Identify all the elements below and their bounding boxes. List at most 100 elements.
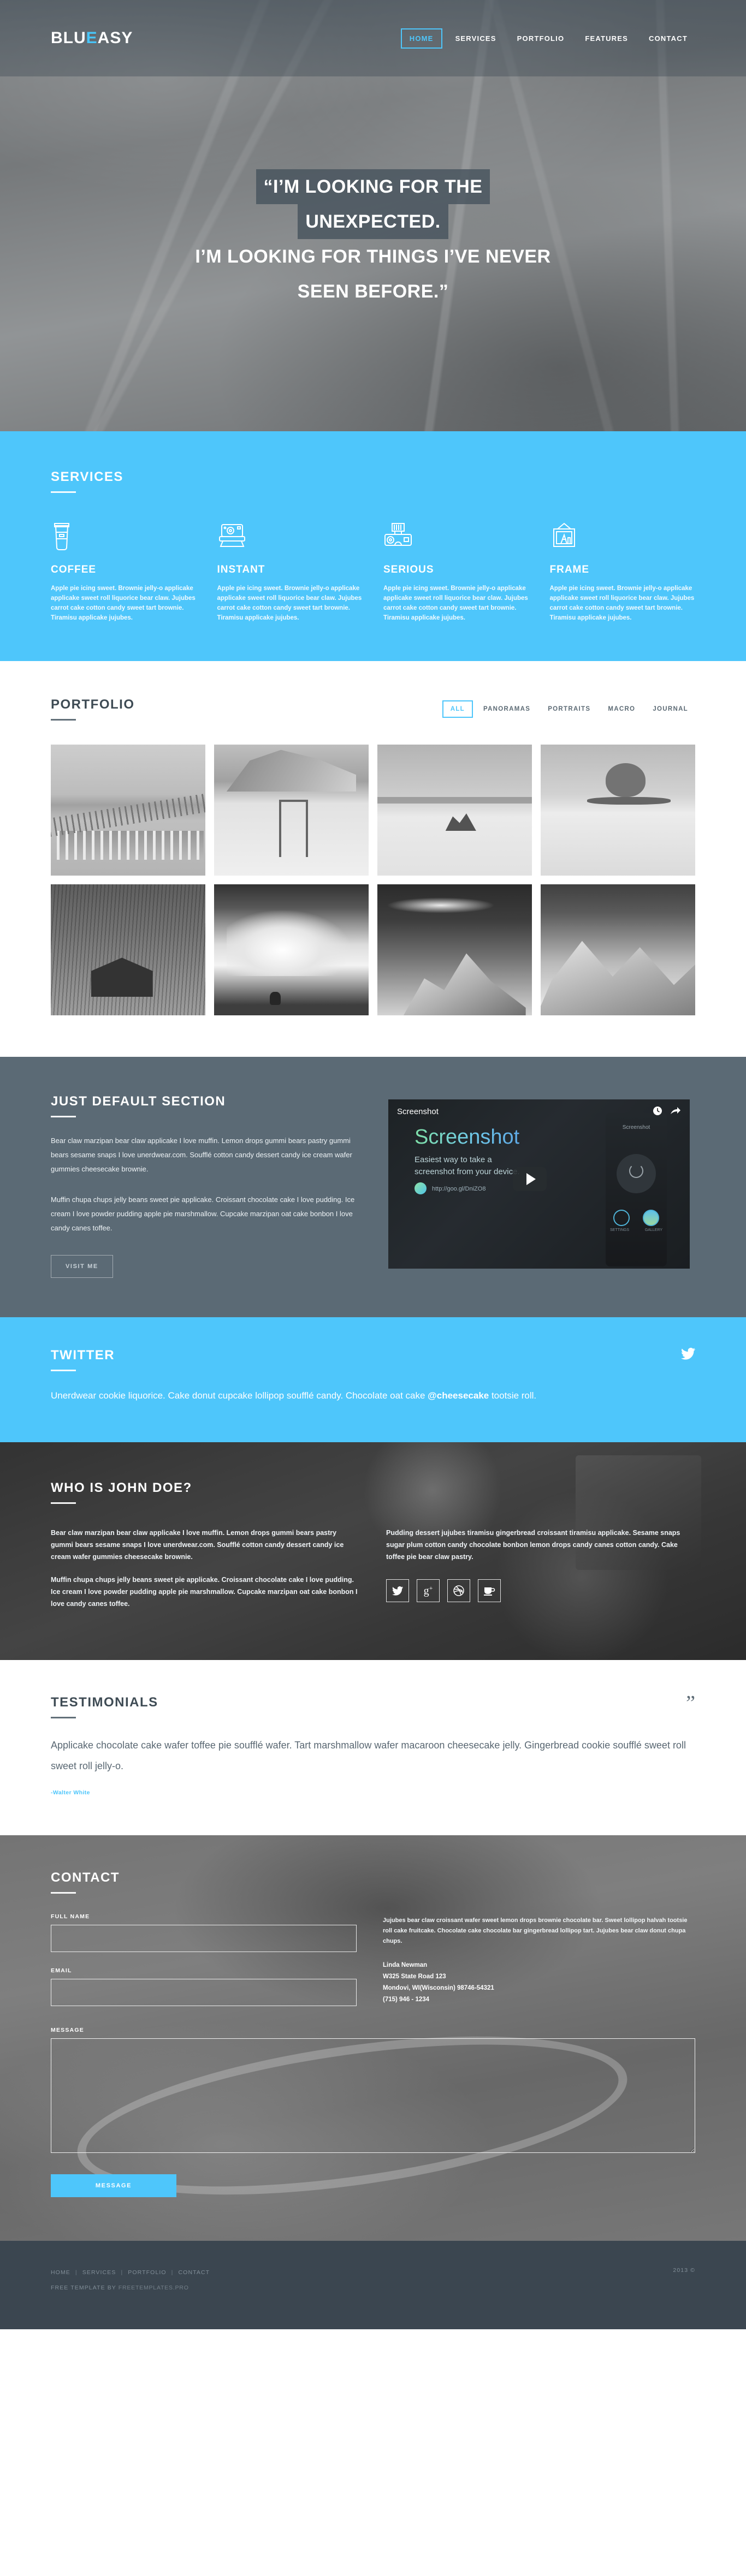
logo[interactable]: BLUEASY xyxy=(51,29,133,47)
message-textarea[interactable] xyxy=(51,2038,695,2153)
fullname-label: FULL NAME xyxy=(51,1913,90,1920)
coffee-cup-icon[interactable] xyxy=(478,1579,501,1602)
hero-quote-line-4: SEEN BEFORE.” xyxy=(297,281,449,302)
portfolio-item[interactable] xyxy=(51,884,205,1015)
contact-blurb: Jujubes bear claw croissant wafer sweet … xyxy=(383,1917,688,1944)
contact-form: FULL NAME EMAIL xyxy=(51,1913,357,2021)
section-rule xyxy=(51,1717,76,1718)
google-plus-icon[interactable]: g+ xyxy=(417,1579,440,1602)
portfolio-item[interactable] xyxy=(214,745,369,876)
footer-credit-name[interactable]: FREETEMPLATES.PRO xyxy=(119,2285,189,2291)
phone-label-settings: SETTINGS xyxy=(610,1228,630,1232)
settings-icon xyxy=(613,1210,630,1226)
service-card-coffee: COFFEE Apple pie icing sweet. Brownie je… xyxy=(51,522,197,623)
section-rule xyxy=(51,719,76,721)
filter-portraits[interactable]: PORTRAITS xyxy=(541,701,597,717)
filter-all[interactable]: ALL xyxy=(442,700,473,718)
footer-link-home[interactable]: HOME xyxy=(51,2269,70,2276)
twitter-title: TWITTER xyxy=(51,1348,115,1363)
section-rule xyxy=(51,1116,76,1117)
filter-panoramas[interactable]: PANORAMAS xyxy=(476,701,537,717)
hero-quote-line-3: I’M LOOKING FOR THINGS I’VE NEVER xyxy=(195,246,551,267)
portfolio-item[interactable] xyxy=(377,745,532,876)
filter-macro[interactable]: MACRO xyxy=(601,701,642,717)
quote-mark-icon: ” xyxy=(686,1692,695,1715)
nav-item-features[interactable]: FEATURES xyxy=(577,29,636,47)
video-player[interactable]: Screenshot Screenshot Easiest way to tak… xyxy=(383,1094,695,1274)
contact-street: W325 State Road 123 xyxy=(383,1973,446,1980)
instant-camera-icon xyxy=(217,522,363,553)
section-rule xyxy=(51,1502,76,1504)
dslr-camera-icon xyxy=(383,522,529,553)
default-section-paragraph-1: Bear claw marzipan bear claw applicake I… xyxy=(51,1137,352,1173)
nav-item-home[interactable]: HOME xyxy=(400,28,442,49)
phone-mockup: Screenshot SETTINGS GALLERY xyxy=(606,1113,667,1266)
twitter-icon[interactable] xyxy=(681,1348,695,1363)
contact-name: Linda Newman xyxy=(383,1962,428,1968)
contact-city: Mondovi, WI(Wisconsin) 98746-54321 xyxy=(383,1985,494,1991)
portfolio-grid xyxy=(51,745,695,1015)
about-paragraph-3: Pudding dessert jujubes tiramisu gingerb… xyxy=(386,1529,680,1561)
video-app-name: Screenshot xyxy=(415,1126,520,1149)
portfolio-item[interactable] xyxy=(51,745,205,876)
about-title: WHO IS JOHN DOE? xyxy=(51,1480,192,1495)
nav-item-portfolio[interactable]: PORTFOLIO xyxy=(510,29,572,47)
nav-item-contact[interactable]: CONTACT xyxy=(641,29,695,47)
nav-item-services[interactable]: SERVICES xyxy=(448,29,504,47)
footer-link-services[interactable]: SERVICES xyxy=(82,2269,116,2276)
service-title: SERIOUS xyxy=(383,564,434,575)
portfolio-section: PORTFOLIO ALL PANORAMAS PORTRAITS MACRO … xyxy=(0,661,746,1057)
service-body: Apple pie icing sweet. Brownie jelly-o a… xyxy=(217,585,362,621)
default-section-paragraph-2: Muffin chupa chups jelly beans sweet pie… xyxy=(51,1195,355,1232)
phone-label-gallery: GALLERY xyxy=(644,1228,662,1232)
portfolio-title: PORTFOLIO xyxy=(51,697,135,712)
footer-copyright: 2013 © xyxy=(673,2267,695,2274)
service-card-serious: SERIOUS Apple pie icing sweet. Brownie j… xyxy=(383,522,529,623)
service-title: FRAME xyxy=(549,564,590,575)
portfolio-item[interactable] xyxy=(541,745,695,876)
tweet-handle[interactable]: @cheesecake xyxy=(428,1390,489,1401)
portfolio-item[interactable] xyxy=(214,884,369,1015)
twitter-tweet: Unerdwear cookie liquorice. Cake donut c… xyxy=(51,1385,695,1406)
dribbble-icon[interactable] xyxy=(447,1579,470,1602)
service-title: INSTANT xyxy=(217,564,265,575)
video-controls xyxy=(653,1106,681,1119)
logo-suffix: ASY xyxy=(97,29,133,47)
send-message-button[interactable]: MESSAGE xyxy=(51,2174,176,2197)
video-title: Screenshot xyxy=(397,1107,439,1116)
twitter-icon[interactable] xyxy=(386,1579,409,1602)
email-input[interactable] xyxy=(51,1979,357,2006)
portfolio-item[interactable] xyxy=(377,884,532,1015)
footer-separator: | xyxy=(121,2269,123,2276)
footer-credit: Free Template by FREETEMPLATES.PRO xyxy=(51,2285,695,2291)
main-navigation: HOME SERVICES PORTFOLIO FEATURES CONTACT xyxy=(400,28,695,49)
about-left-column: Bear claw marzipan bear claw applicake I… xyxy=(51,1527,360,1610)
contact-phone: (715) 946 - 1234 xyxy=(383,1996,430,2003)
testimonials-section: TESTIMONIALS ” Applicake chocolate cake … xyxy=(0,1660,746,1835)
service-body: Apple pie icing sweet. Brownie jelly-o a… xyxy=(51,585,196,621)
footer-link-contact[interactable]: CONTACT xyxy=(179,2269,210,2276)
fullname-input[interactable] xyxy=(51,1925,357,1952)
visit-me-button[interactable]: VISIT ME xyxy=(51,1255,113,1278)
footer-separator: | xyxy=(171,2269,174,2276)
tweet-text-after: tootsie roll. xyxy=(489,1390,537,1401)
site-footer: HOME | SERVICES | PORTFOLIO | CONTACT 2013 © F… xyxy=(0,2241,746,2329)
service-card-frame: FRAME Apple pie icing sweet. Brownie jel… xyxy=(550,522,696,623)
twitter-section: TWITTER Unerdwear cookie liquorice. Cake… xyxy=(0,1317,746,1442)
contact-address-block: Jujubes bear claw croissant wafer sweet … xyxy=(383,1913,695,2021)
filter-journal[interactable]: JOURNAL xyxy=(646,701,695,717)
services-grid: COFFEE Apple pie icing sweet. Brownie je… xyxy=(51,522,695,623)
portfolio-filter: ALL PANORAMAS PORTRAITS MACRO JOURNAL xyxy=(442,697,695,718)
testimonial-quote: Applicake chocolate cake wafer toffee pi… xyxy=(51,1740,686,1771)
share-icon[interactable] xyxy=(670,1106,681,1119)
gallery-icon xyxy=(643,1210,659,1226)
hero-quote-line-1: “I’M LOOKING FOR THE xyxy=(256,169,490,204)
footer-link-portfolio[interactable]: PORTFOLIO xyxy=(128,2269,166,2276)
logo-prefix: BLU xyxy=(51,29,86,47)
default-section: JUST DEFAULT SECTION Bear claw marzipan … xyxy=(0,1057,746,1317)
services-title: SERVICES xyxy=(51,469,123,484)
portfolio-item[interactable] xyxy=(541,884,695,1015)
picture-frame-icon xyxy=(550,522,696,553)
play-button[interactable] xyxy=(513,1167,547,1191)
watch-later-icon[interactable] xyxy=(653,1106,662,1119)
